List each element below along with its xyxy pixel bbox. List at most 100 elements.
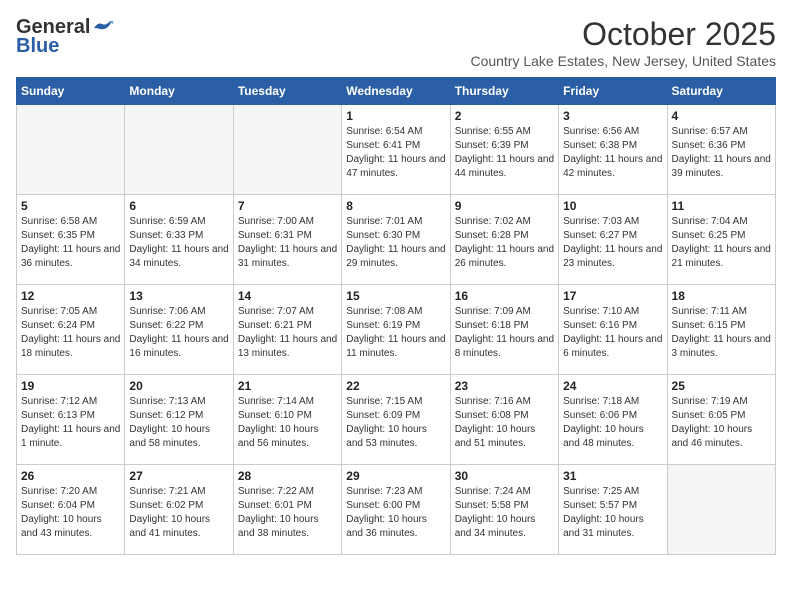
- calendar-cell: 30 Sunrise: 7:24 AM Sunset: 5:58 PM Dayli…: [450, 465, 558, 555]
- calendar-cell: 27 Sunrise: 7:21 AM Sunset: 6:02 PM Dayli…: [125, 465, 233, 555]
- day-info: Sunrise: 7:06 AM Sunset: 6:22 PM Dayligh…: [129, 305, 228, 361]
- calendar-cell: 26 Sunrise: 7:20 AM Sunset: 6:04 PM Dayli…: [17, 465, 125, 555]
- subtitle: Country Lake Estates, New Jersey, United…: [470, 53, 776, 69]
- day-number: 29: [346, 469, 445, 483]
- calendar-table: SundayMondayTuesdayWednesdayThursdayFrid…: [16, 77, 776, 555]
- calendar-cell: 31Sunrise: 7:25 AM Sunset: 5:57 PM Dayli…: [559, 465, 667, 555]
- day-number: 2: [455, 109, 554, 123]
- calendar-cell: 11 Sunrise: 7:04 AM Sunset: 6:25 PM Dayli…: [667, 195, 775, 285]
- day-header-monday: Monday: [125, 78, 233, 105]
- day-info: Sunrise: 6:57 AM Sunset: 6:36 PM Dayligh…: [672, 125, 771, 181]
- calendar-cell: 24 Sunrise: 7:18 AM Sunset: 6:06 PM Dayli…: [559, 375, 667, 465]
- calendar-cell: 6Sunrise: 6:59 AM Sunset: 6:33 PM Daylig…: [125, 195, 233, 285]
- day-info: Sunrise: 7:09 AM Sunset: 6:18 PM Dayligh…: [455, 305, 554, 361]
- calendar-cell: 15Sunrise: 7:08 AM Sunset: 6:19 PM Dayli…: [342, 285, 450, 375]
- day-info: Sunrise: 7:05 AM Sunset: 6:24 PM Dayligh…: [21, 305, 120, 361]
- calendar-cell: 13 Sunrise: 7:06 AM Sunset: 6:22 PM Dayli…: [125, 285, 233, 375]
- day-info: Sunrise: 7:15 AM Sunset: 6:09 PM Dayligh…: [346, 395, 445, 451]
- day-header-saturday: Saturday: [667, 78, 775, 105]
- title-section: October 2025 Country Lake Estates, New J…: [470, 16, 776, 69]
- calendar-cell: 16 Sunrise: 7:09 AM Sunset: 6:18 PM Dayli…: [450, 285, 558, 375]
- calendar-week-row: 12 Sunrise: 7:05 AM Sunset: 6:24 PM Dayli…: [17, 285, 776, 375]
- calendar-cell: 29Sunrise: 7:23 AM Sunset: 6:00 PM Dayli…: [342, 465, 450, 555]
- calendar-week-row: 5Sunrise: 6:58 AM Sunset: 6:35 PM Daylig…: [17, 195, 776, 285]
- calendar-cell: 7 Sunrise: 7:00 AM Sunset: 6:31 PM Daylig…: [233, 195, 341, 285]
- calendar-cell: 17Sunrise: 7:10 AM Sunset: 6:16 PM Dayli…: [559, 285, 667, 375]
- day-info: Sunrise: 7:16 AM Sunset: 6:08 PM Dayligh…: [455, 395, 554, 451]
- calendar-cell: 14 Sunrise: 7:07 AM Sunset: 6:21 PM Dayli…: [233, 285, 341, 375]
- day-number: 16: [455, 289, 554, 303]
- day-number: 27: [129, 469, 228, 483]
- calendar-cell: [667, 465, 775, 555]
- calendar-cell: 18Sunrise: 7:11 AM Sunset: 6:15 PM Dayli…: [667, 285, 775, 375]
- day-info: Sunrise: 7:18 AM Sunset: 6:06 PM Dayligh…: [563, 395, 662, 451]
- logo-blue: Blue: [16, 35, 59, 58]
- day-number: 15: [346, 289, 445, 303]
- day-number: 23: [455, 379, 554, 393]
- day-info: Sunrise: 6:55 AM Sunset: 6:39 PM Dayligh…: [455, 125, 554, 181]
- day-number: 24: [563, 379, 662, 393]
- calendar-header-row: SundayMondayTuesdayWednesdayThursdayFrid…: [17, 78, 776, 105]
- calendar-cell: 3Sunrise: 6:56 AM Sunset: 6:38 PM Daylig…: [559, 105, 667, 195]
- day-info: Sunrise: 7:13 AM Sunset: 6:12 PM Dayligh…: [129, 395, 228, 451]
- calendar-cell: 23 Sunrise: 7:16 AM Sunset: 6:08 PM Dayli…: [450, 375, 558, 465]
- day-number: 13: [129, 289, 228, 303]
- calendar-cell: 9Sunrise: 7:02 AM Sunset: 6:28 PM Daylig…: [450, 195, 558, 285]
- day-info: Sunrise: 7:24 AM Sunset: 5:58 PM Dayligh…: [455, 485, 554, 541]
- day-info: Sunrise: 7:22 AM Sunset: 6:01 PM Dayligh…: [238, 485, 337, 541]
- day-info: Sunrise: 7:20 AM Sunset: 6:04 PM Dayligh…: [21, 485, 120, 541]
- calendar-cell: 8 Sunrise: 7:01 AM Sunset: 6:30 PM Daylig…: [342, 195, 450, 285]
- day-info: Sunrise: 7:03 AM Sunset: 6:27 PM Dayligh…: [563, 215, 662, 271]
- day-number: 14: [238, 289, 337, 303]
- day-info: Sunrise: 7:04 AM Sunset: 6:25 PM Dayligh…: [672, 215, 771, 271]
- day-number: 20: [129, 379, 228, 393]
- calendar-cell: 1Sunrise: 6:54 AM Sunset: 6:41 PM Daylig…: [342, 105, 450, 195]
- day-header-friday: Friday: [559, 78, 667, 105]
- calendar-cell: 12 Sunrise: 7:05 AM Sunset: 6:24 PM Dayli…: [17, 285, 125, 375]
- calendar-week-row: 19Sunrise: 7:12 AM Sunset: 6:13 PM Dayli…: [17, 375, 776, 465]
- calendar-week-row: 1Sunrise: 6:54 AM Sunset: 6:41 PM Daylig…: [17, 105, 776, 195]
- day-header-thursday: Thursday: [450, 78, 558, 105]
- day-number: 6: [129, 199, 228, 213]
- day-number: 26: [21, 469, 120, 483]
- day-number: 28: [238, 469, 337, 483]
- calendar-cell: 5Sunrise: 6:58 AM Sunset: 6:35 PM Daylig…: [17, 195, 125, 285]
- day-number: 31: [563, 469, 662, 483]
- day-number: 8: [346, 199, 445, 213]
- day-number: 11: [672, 199, 771, 213]
- calendar-cell: 21Sunrise: 7:14 AM Sunset: 6:10 PM Dayli…: [233, 375, 341, 465]
- calendar-cell: 10 Sunrise: 7:03 AM Sunset: 6:27 PM Dayli…: [559, 195, 667, 285]
- day-number: 25: [672, 379, 771, 393]
- day-info: Sunrise: 7:00 AM Sunset: 6:31 PM Dayligh…: [238, 215, 337, 271]
- day-info: Sunrise: 7:07 AM Sunset: 6:21 PM Dayligh…: [238, 305, 337, 361]
- day-info: Sunrise: 7:02 AM Sunset: 6:28 PM Dayligh…: [455, 215, 554, 271]
- day-info: Sunrise: 7:11 AM Sunset: 6:15 PM Dayligh…: [672, 305, 771, 361]
- day-number: 30: [455, 469, 554, 483]
- day-number: 12: [21, 289, 120, 303]
- day-info: Sunrise: 6:58 AM Sunset: 6:35 PM Dayligh…: [21, 215, 120, 271]
- day-info: Sunrise: 7:01 AM Sunset: 6:30 PM Dayligh…: [346, 215, 445, 271]
- day-number: 4: [672, 109, 771, 123]
- day-header-tuesday: Tuesday: [233, 78, 341, 105]
- day-info: Sunrise: 7:21 AM Sunset: 6:02 PM Dayligh…: [129, 485, 228, 541]
- calendar-cell: 2 Sunrise: 6:55 AM Sunset: 6:39 PM Daylig…: [450, 105, 558, 195]
- day-number: 7: [238, 199, 337, 213]
- day-number: 10: [563, 199, 662, 213]
- calendar-cell: [233, 105, 341, 195]
- day-info: Sunrise: 6:56 AM Sunset: 6:38 PM Dayligh…: [563, 125, 662, 181]
- calendar-week-row: 26 Sunrise: 7:20 AM Sunset: 6:04 PM Dayli…: [17, 465, 776, 555]
- day-info: Sunrise: 7:14 AM Sunset: 6:10 PM Dayligh…: [238, 395, 337, 451]
- calendar-cell: 20 Sunrise: 7:13 AM Sunset: 6:12 PM Dayli…: [125, 375, 233, 465]
- day-info: Sunrise: 7:12 AM Sunset: 6:13 PM Dayligh…: [21, 395, 120, 451]
- month-title: October 2025: [470, 16, 776, 53]
- calendar-cell: 19Sunrise: 7:12 AM Sunset: 6:13 PM Dayli…: [17, 375, 125, 465]
- day-number: 17: [563, 289, 662, 303]
- calendar-cell: 25Sunrise: 7:19 AM Sunset: 6:05 PM Dayli…: [667, 375, 775, 465]
- day-header-sunday: Sunday: [17, 78, 125, 105]
- day-header-wednesday: Wednesday: [342, 78, 450, 105]
- calendar-cell: [17, 105, 125, 195]
- logo-bird-icon: [92, 20, 114, 36]
- calendar-cell: 4 Sunrise: 6:57 AM Sunset: 6:36 PM Daylig…: [667, 105, 775, 195]
- calendar-cell: [125, 105, 233, 195]
- calendar-cell: 22Sunrise: 7:15 AM Sunset: 6:09 PM Dayli…: [342, 375, 450, 465]
